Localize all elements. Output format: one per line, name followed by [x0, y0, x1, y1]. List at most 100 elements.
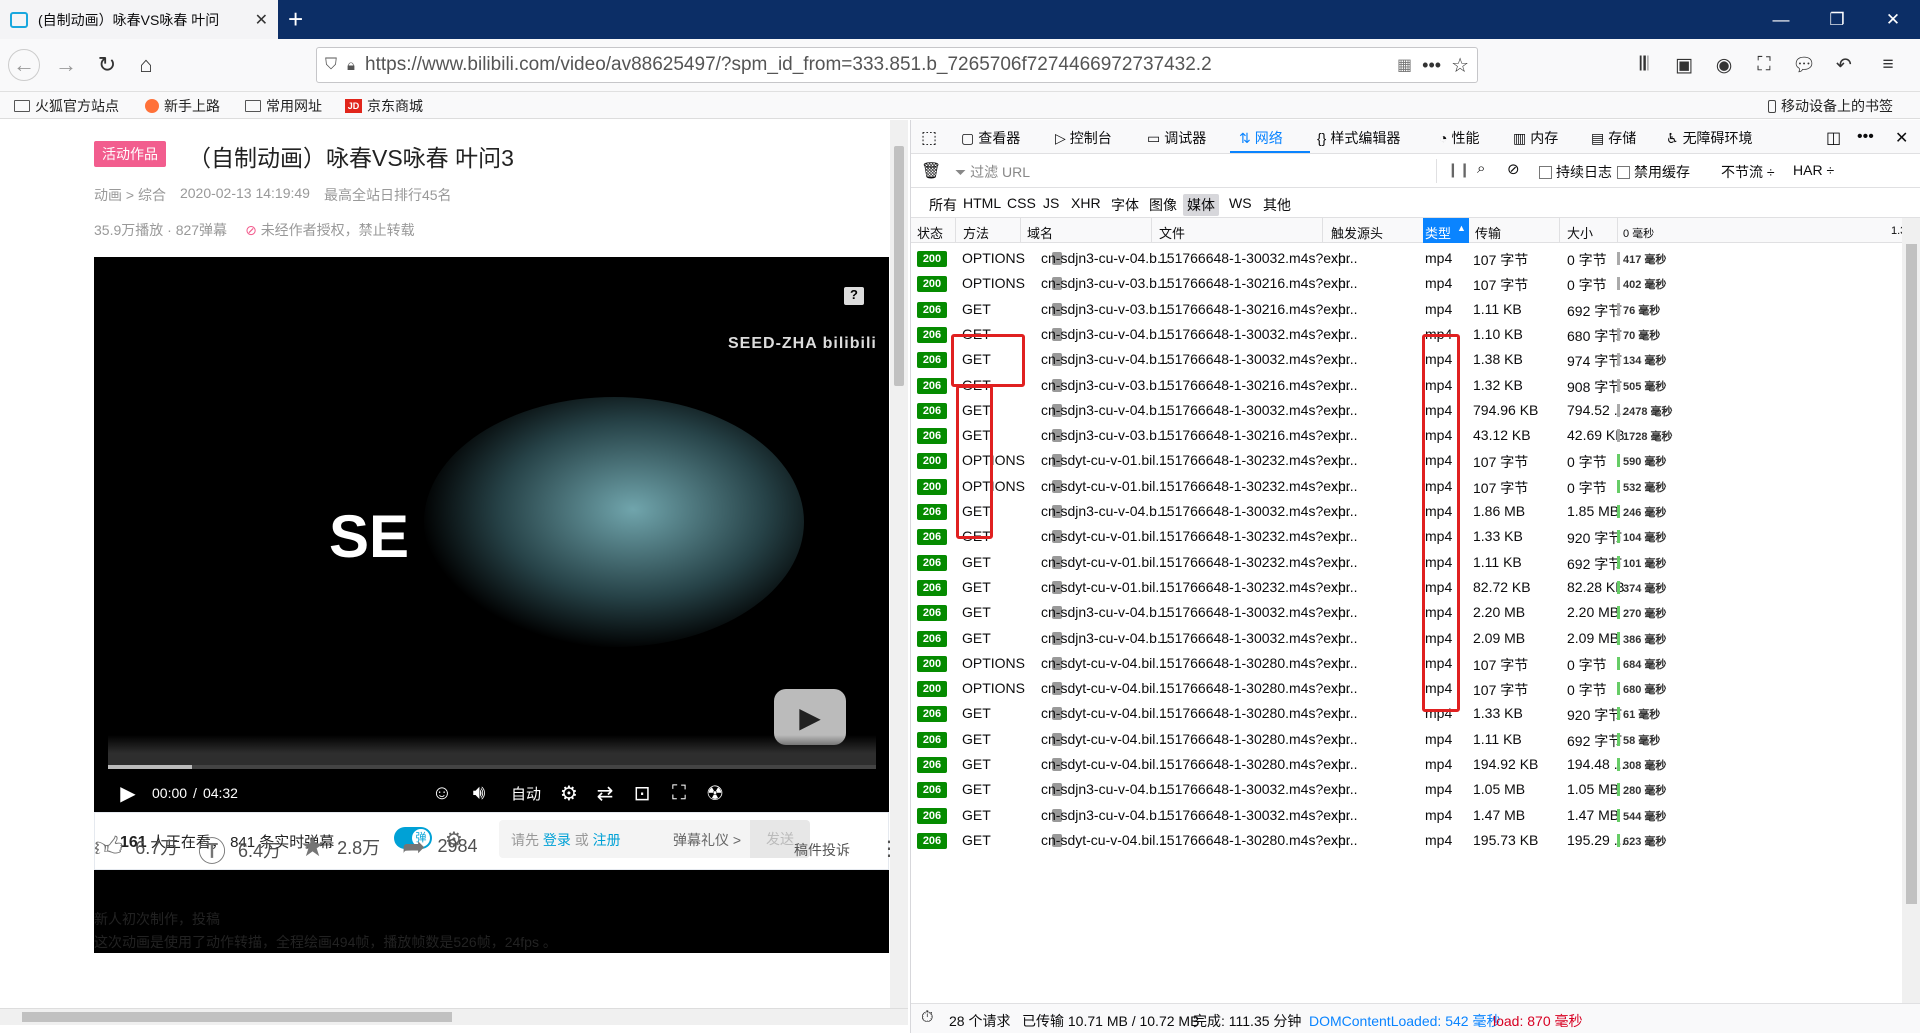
request-list[interactable]: 200 OPTIONS cn-sdjn3-cu-v-04.b... 151766648…: [911, 243, 1901, 1003]
bookmark-star-icon[interactable]: ☆: [1451, 53, 1469, 78]
devtools-menu-icon[interactable]: •••: [1857, 128, 1874, 146]
block-icon[interactable]: ⊘: [1507, 160, 1520, 178]
lock-icon[interactable]: 🔒︎: [347, 57, 355, 74]
request-list-scrollbar[interactable]: [1902, 218, 1920, 1003]
menu-icon[interactable]: ≡: [1872, 49, 1904, 81]
page-vertical-scrollbar[interactable]: [890, 120, 908, 1008]
col-transferred[interactable]: 传输: [1475, 223, 1501, 242]
tab-inspector[interactable]: ▢ 查看器: [961, 128, 1020, 148]
web-fullscreen-icon[interactable]: ⛶: [665, 773, 693, 812]
filter-fonts[interactable]: 字体: [1107, 194, 1143, 216]
scroll-thumb[interactable]: [894, 146, 904, 386]
bookmark-getting-started[interactable]: 新手上路: [145, 96, 220, 116]
filter-ws[interactable]: WS: [1225, 194, 1256, 212]
rank-text[interactable]: 最高全站日排行45名: [324, 185, 452, 205]
tab-memory[interactable]: ▥ 内存: [1513, 128, 1558, 148]
col-cause[interactable]: 触发源头: [1331, 223, 1383, 242]
close-tab-icon[interactable]: ✕: [255, 10, 268, 30]
col-waterfall[interactable]: 0 毫秒: [1623, 225, 1654, 241]
filter-all[interactable]: 所有: [925, 194, 961, 216]
url-text[interactable]: https://www.bilibili.com/video/av8862549…: [365, 54, 1387, 76]
widescreen-icon[interactable]: ⊡: [628, 773, 656, 812]
sidebar-icon[interactable]: ▣: [1668, 49, 1700, 81]
tab-storage[interactable]: ▤ 存储: [1591, 128, 1636, 148]
trash-icon[interactable]: 🗑︎: [921, 161, 941, 181]
request-type: mp4: [1425, 806, 1453, 823]
mobile-bookmarks[interactable]: 移动设备上的书签: [1768, 96, 1893, 116]
forward-icon[interactable]: →: [50, 49, 82, 81]
browser-tab[interactable]: (自制动画）咏春VS咏春 叶问 ✕: [0, 0, 278, 39]
element-picker-icon[interactable]: ⬚: [921, 128, 937, 148]
shield-icon[interactable]: ⛉: [325, 56, 337, 74]
back-icon[interactable]: ←: [8, 49, 40, 81]
bookmark-common-folder[interactable]: 常用网址: [245, 96, 322, 116]
col-type[interactable]: 类型: [1425, 223, 1451, 242]
favorite-button[interactable]: ★ 2.8万: [300, 830, 380, 863]
activity-badge[interactable]: 活动作品: [94, 141, 166, 167]
account-icon[interactable]: ◉: [1708, 49, 1740, 81]
col-file[interactable]: 文件: [1159, 223, 1185, 242]
stopwatch-icon[interactable]: ⏱: [921, 1009, 933, 1027]
address-bar[interactable]: ⛉ 🔒︎ https://www.bilibili.com/video/av88…: [316, 47, 1478, 83]
tab-network[interactable]: ⇅ 网络: [1239, 128, 1283, 148]
play-icon[interactable]: ▶: [114, 773, 142, 812]
tab-debugger[interactable]: ▭ 调试器: [1147, 128, 1206, 148]
tab-performance[interactable]: ◔ 性能: [1439, 128, 1479, 148]
dock-icon[interactable]: ◫: [1826, 128, 1841, 148]
quality-selector[interactable]: 自动: [506, 773, 546, 812]
page-actions-icon[interactable]: •••: [1422, 55, 1441, 76]
tab-console[interactable]: ▷ 控制台: [1055, 128, 1112, 148]
share-button[interactable]: ➦ 2984: [402, 830, 478, 863]
filter-url-input[interactable]: ⏷ 过滤 URL: [947, 159, 1437, 183]
report-link[interactable]: 稿件投诉: [794, 840, 850, 860]
bookmark-jd[interactable]: JD 京东商城: [345, 96, 423, 116]
video-canvas[interactable]: SE SEED-ZHA bilibili ? ▶ ▶ 00:00 / 04:32…: [94, 257, 889, 812]
filter-html[interactable]: HTML: [959, 194, 1005, 212]
col-size[interactable]: 大小: [1567, 223, 1593, 242]
library-icon[interactable]: 𝄃𝄃: [1628, 49, 1660, 81]
close-devtools-icon[interactable]: ✕: [1895, 128, 1908, 148]
window-close-icon[interactable]: ✕: [1865, 0, 1920, 39]
help-icon[interactable]: ?: [844, 287, 864, 305]
restore-icon[interactable]: ❐: [1809, 0, 1865, 39]
bookmark-firefox-folder[interactable]: 火狐官方站点: [14, 96, 119, 116]
tab-style-editor[interactable]: {} 样式编辑器: [1317, 128, 1400, 148]
reload-icon[interactable]: ↻: [91, 49, 123, 81]
persist-log-checkbox[interactable]: 持续日志: [1539, 162, 1612, 182]
minimize-icon[interactable]: —: [1753, 0, 1809, 39]
category-breadcrumb[interactable]: 动画 > 综合: [94, 185, 166, 205]
filter-media[interactable]: 媒体: [1183, 194, 1219, 216]
har-menu[interactable]: HAR ÷: [1793, 162, 1834, 178]
col-status[interactable]: 状态: [917, 223, 943, 242]
undo-icon[interactable]: ↶: [1828, 49, 1860, 81]
filter-other[interactable]: 其他: [1259, 194, 1295, 216]
tab-accessibility[interactable]: ♿︎ 无障碍环境: [1666, 128, 1753, 148]
filter-css[interactable]: CSS: [1003, 194, 1040, 212]
settings-icon[interactable]: ⚙: [555, 773, 583, 812]
page-horizontal-scrollbar[interactable]: [0, 1008, 908, 1025]
screenshot-icon[interactable]: ⛶: [1748, 49, 1780, 81]
new-tab-icon[interactable]: +: [288, 4, 303, 34]
request-row[interactable]: 206 GET cn-sdyt-cu-v-04.bil... 151766648-1-…: [911, 825, 1901, 856]
filter-images[interactable]: 图像: [1145, 194, 1181, 216]
col-method[interactable]: 方法: [963, 223, 989, 242]
throttle-select[interactable]: 不节流 ÷: [1721, 162, 1775, 182]
pause-icon[interactable]: ❙❙: [1447, 161, 1470, 178]
scroll-thumb[interactable]: [22, 1012, 452, 1022]
volume-icon[interactable]: 🔊︎: [465, 773, 493, 812]
col-domain[interactable]: 域名: [1027, 223, 1053, 242]
coin-button[interactable]: Ⓣ 6.4万: [198, 830, 281, 870]
filter-js[interactable]: JS: [1039, 194, 1063, 212]
chat-icon[interactable]: 💬︎: [1788, 49, 1820, 81]
loop-icon[interactable]: ⇄: [591, 773, 619, 812]
search-icon[interactable]: ⌕: [1477, 160, 1485, 177]
progress-bar[interactable]: [108, 765, 876, 769]
danmaku-bot-icon[interactable]: ☺: [428, 773, 456, 812]
home-icon[interactable]: ⌂: [130, 49, 162, 81]
qr-code-icon[interactable]: ▦: [1397, 55, 1412, 75]
scroll-thumb[interactable]: [1906, 244, 1917, 904]
like-button[interactable]: 👍︎ 6.7万: [94, 830, 178, 864]
filter-xhr[interactable]: XHR: [1067, 194, 1105, 212]
disable-cache-checkbox[interactable]: 禁用缓存: [1617, 162, 1690, 182]
fullscreen-icon[interactable]: ☢: [701, 773, 729, 812]
